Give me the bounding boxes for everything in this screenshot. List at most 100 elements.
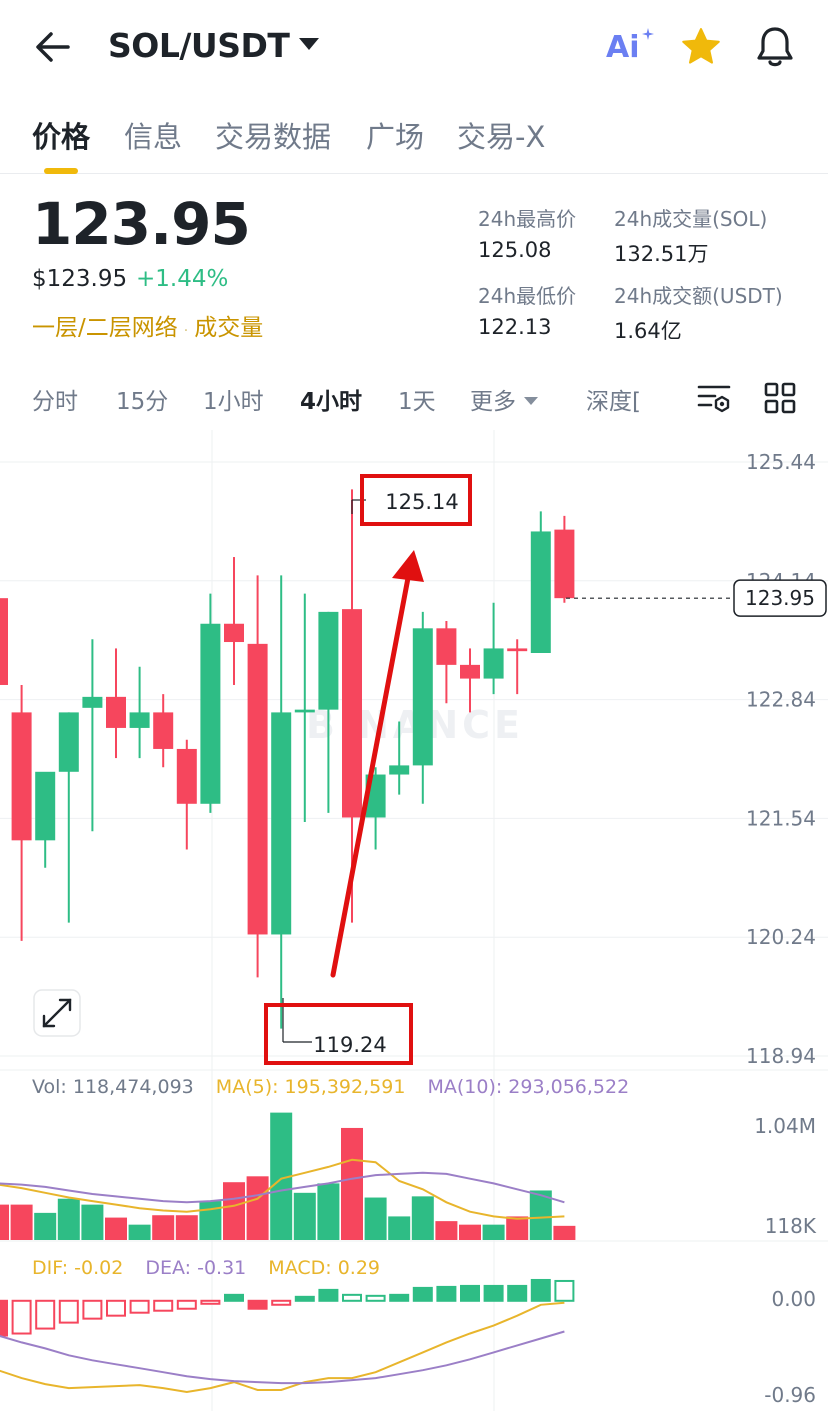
- macd-bar: [58, 1299, 79, 1324]
- volume-bar: [411, 1196, 434, 1240]
- macd-bar: [436, 1285, 457, 1302]
- macd-legend-macd: MACD: 0.29: [268, 1257, 380, 1279]
- candle-body: [412, 628, 433, 766]
- stat-label: 24h成交量(SOL): [614, 207, 768, 231]
- macd-bar: [271, 1299, 292, 1306]
- arrow-left-icon[interactable]: [30, 24, 76, 70]
- tag-layer-network[interactable]: 一层/二层网络: [32, 315, 178, 341]
- candle-body: [11, 712, 32, 841]
- candle-body: [153, 712, 174, 749]
- macd-bar: [153, 1299, 174, 1312]
- volume-bar: [341, 1127, 363, 1240]
- macd-legend: DIF: -0.02 DEA: -0.31 MACD: 0.29: [32, 1257, 380, 1279]
- volume-bar: [435, 1221, 458, 1240]
- tag-volume[interactable]: 成交量: [194, 315, 263, 341]
- interval-more-label: 更多: [470, 389, 516, 415]
- macd-bar: [483, 1284, 504, 1302]
- interval-1h[interactable]: 1小时: [203, 382, 264, 416]
- tab-trading-data[interactable]: 交易数据: [215, 114, 331, 156]
- stat-value: 132.51万: [614, 242, 709, 266]
- stat-24h-low: 24h最低价 122.13: [478, 280, 576, 339]
- tab-info[interactable]: 信息: [124, 114, 182, 156]
- volume-bar: [482, 1224, 505, 1240]
- macd-bar: [554, 1279, 575, 1302]
- macd-axis-zero: 0.00: [771, 1287, 816, 1311]
- macd-bar: [176, 1299, 197, 1310]
- usd-price: $123.95: [32, 266, 128, 292]
- volume-bar: [128, 1224, 151, 1240]
- current-price-tag-label: 123.95: [745, 586, 815, 610]
- price-axis-tick: 121.54: [746, 806, 816, 830]
- candle-body: [389, 765, 410, 775]
- indicator-settings-icon[interactable]: [696, 380, 732, 416]
- macd-bar: [318, 1288, 339, 1302]
- volume-axis-bottom: 118K: [765, 1214, 817, 1238]
- volume-bar: [388, 1216, 411, 1240]
- tab-square[interactable]: 广场: [366, 114, 424, 156]
- grid-layout-icon[interactable]: [762, 380, 798, 416]
- volume-bar: [459, 1224, 481, 1240]
- trend-arrow-head: [392, 550, 424, 582]
- sparkle-icon: [642, 28, 654, 40]
- bell-icon[interactable]: [754, 24, 796, 70]
- volume-bar: [506, 1216, 529, 1240]
- interval-1d[interactable]: 1天: [398, 382, 436, 416]
- volume-bar: [57, 1198, 80, 1240]
- stat-label: 24h成交额(USDT): [614, 284, 783, 308]
- candle-body: [342, 609, 362, 818]
- candle-body: [554, 529, 575, 599]
- candle-body: [483, 648, 504, 679]
- candle-body: [200, 623, 221, 804]
- category-tags: 一层/二层网络 · 成交量: [32, 308, 263, 342]
- stat-label: 24h最低价: [478, 284, 577, 308]
- price-axis-tick: 120.24: [746, 925, 816, 949]
- macd-bar: [106, 1299, 126, 1317]
- macd-legend-dif: DIF: -0.02: [32, 1257, 123, 1279]
- volume-bar: [199, 1201, 222, 1240]
- candle-body: [436, 628, 457, 665]
- volume-bar: [175, 1215, 198, 1240]
- volume-bar: [293, 1192, 316, 1240]
- price-change-percent: +1.44%: [136, 266, 229, 292]
- tab-price[interactable]: 价格: [32, 114, 90, 156]
- volume-bar: [317, 1183, 340, 1240]
- chevron-down-icon: [524, 396, 538, 405]
- stat-value: 125.08: [478, 238, 552, 262]
- price-axis-tick: 118.94: [746, 1044, 816, 1068]
- chart-area[interactable]: BINANCE 125.44124.14122.84121.54120.2411…: [0, 430, 828, 1411]
- interval-15m[interactable]: 15分: [116, 382, 168, 416]
- macd-bar: [460, 1284, 480, 1302]
- macd-bar: [0, 1299, 8, 1337]
- candle-body: [224, 623, 244, 643]
- macd-bar: [342, 1293, 362, 1302]
- star-icon[interactable]: [680, 26, 722, 68]
- stat-24h-volume-usdt: 24h成交额(USDT) 1.64亿: [614, 280, 783, 345]
- interval-line[interactable]: 分时: [32, 382, 78, 416]
- ai-icon[interactable]: Ai: [606, 28, 654, 70]
- candle-body: [129, 712, 150, 728]
- candle-body: [530, 531, 551, 653]
- interval-more-dropdown[interactable]: 更多: [470, 382, 538, 416]
- candle-body: [247, 643, 268, 935]
- caret-down-icon: [299, 37, 320, 50]
- candle-body: [176, 748, 197, 804]
- macd-dea-line: [0, 1330, 565, 1385]
- macd-bar: [35, 1299, 56, 1330]
- macd-legend-dea: DEA: -0.31: [145, 1257, 246, 1279]
- trading-pair-selector[interactable]: SOL/USDT: [108, 26, 320, 65]
- interval-bar: 分时 15分 1小时 4小时 1天 更多 深度[: [0, 374, 828, 424]
- high-price-label: 125.14: [385, 490, 458, 514]
- tab-depth[interactable]: 深度[: [586, 382, 641, 416]
- ai-icon-label: Ai: [606, 30, 640, 65]
- stat-label: 24h最高价: [478, 207, 577, 231]
- volume-legend-vol: Vol: 118,474,093: [32, 1076, 194, 1098]
- macd-bar: [389, 1293, 410, 1302]
- volume-bar: [246, 1176, 269, 1240]
- low-price-label: 119.24: [313, 1033, 386, 1057]
- candle-body: [106, 696, 126, 728]
- tag-separator: ·: [183, 323, 189, 339]
- kline-chart[interactable]: BINANCE 125.44124.14122.84121.54120.2411…: [0, 430, 828, 1411]
- interval-4h[interactable]: 4小时: [300, 382, 362, 416]
- tab-trade-x[interactable]: 交易-X: [457, 114, 545, 156]
- trading-pair-label: SOL/USDT: [108, 26, 290, 65]
